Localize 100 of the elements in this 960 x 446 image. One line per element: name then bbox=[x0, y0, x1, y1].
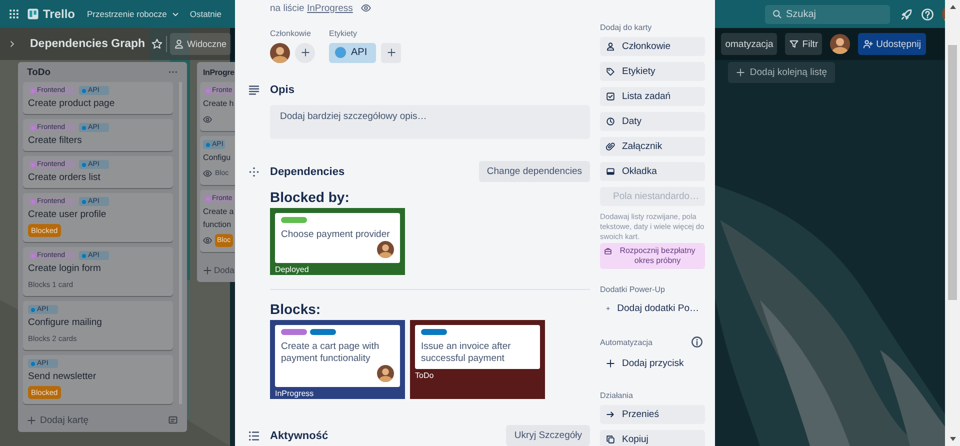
plus-icon bbox=[386, 48, 396, 58]
sidebar-button[interactable]: Dodaj dodatki Po… bbox=[600, 299, 705, 318]
logo-link[interactable]: Trello bbox=[27, 7, 76, 21]
section-title: Automatyzacja bbox=[600, 338, 652, 346]
card-title: Create a function bbox=[203, 206, 234, 231]
card-title: Create h bbox=[203, 98, 234, 110]
chevron-icon[interactable] bbox=[8, 40, 16, 48]
nav-menu[interactable]: Przestrzenie robocze bbox=[85, 4, 182, 24]
card-title: Configure mailing bbox=[28, 316, 102, 329]
info-icon[interactable] bbox=[691, 336, 703, 348]
share-button[interactable]: Udostępnij bbox=[858, 33, 926, 55]
help-icon[interactable] bbox=[921, 8, 934, 20]
card-title: Issue an invoice after successful payment bbox=[421, 341, 512, 365]
person-icon bbox=[174, 39, 184, 49]
plus-icon bbox=[736, 68, 745, 77]
card-title: Create orders list bbox=[28, 171, 100, 184]
list-link[interactable]: InProgress bbox=[306, 2, 353, 14]
sidebar-button[interactable]: Załącznik bbox=[600, 137, 705, 156]
sidebar-button[interactable]: Przenieś bbox=[600, 405, 705, 424]
visibility-button[interactable]: Widoczne bbox=[170, 33, 231, 55]
board-icon bbox=[27, 8, 39, 20]
section-title: Dodaj do karty bbox=[600, 22, 652, 32]
add-card-button[interactable]: Dodaj kartę bbox=[27, 414, 89, 426]
section-heading: Aktywność bbox=[270, 430, 330, 442]
section-title: Dodatki Power-Up bbox=[600, 284, 665, 294]
add-label-button[interactable] bbox=[381, 42, 402, 63]
plus-icon bbox=[27, 416, 36, 424]
label-chip[interactable]: API bbox=[329, 42, 376, 63]
nav-menu[interactable]: Ostatnie bbox=[188, 4, 224, 24]
tag-icon bbox=[606, 67, 615, 76]
dependency-card[interactable]: Create a cart page with payment functionality InProgress bbox=[270, 320, 405, 399]
field-label: Członkowie bbox=[270, 28, 312, 39]
scrollbar[interactable] bbox=[945, 0, 960, 446]
card-title: Configu bbox=[203, 152, 231, 164]
copy-icon bbox=[606, 435, 615, 444]
card-preview[interactable]: Issue an invoice after successful payment bbox=[415, 325, 540, 369]
section-button[interactable]: Ukryj Szczegóły bbox=[506, 425, 590, 446]
card-title: Send newsletter bbox=[28, 370, 96, 383]
sidebar-button[interactable]: Etykiety bbox=[600, 62, 705, 81]
share-icon bbox=[863, 39, 874, 49]
list-info: na liście InProgress bbox=[270, 2, 353, 14]
checklist-icon bbox=[606, 92, 615, 101]
card-title: Choose payment provider bbox=[281, 229, 391, 241]
group-heading: Blocked by: bbox=[270, 189, 350, 205]
search-field[interactable]: Szukaj bbox=[765, 4, 890, 24]
sidebar-button[interactable]: Daty bbox=[600, 112, 705, 131]
search-icon bbox=[772, 9, 782, 19]
group-heading: Blocks: bbox=[270, 301, 322, 317]
card-title: Create product page bbox=[28, 97, 115, 110]
list-name: InProgress bbox=[275, 388, 314, 399]
plus-icon bbox=[203, 266, 212, 274]
eye-icon[interactable] bbox=[360, 3, 371, 14]
card-title: Create user profile bbox=[28, 208, 106, 221]
sidebar-button[interactable]: Lista zadań bbox=[600, 87, 705, 106]
sidebar-button[interactable]: Okładka bbox=[600, 162, 705, 181]
clock-icon bbox=[606, 117, 615, 126]
description-field[interactable]: Dodaj bardziej szczegółowy opis… bbox=[270, 105, 590, 139]
activity-icon bbox=[248, 430, 260, 442]
paperclip-icon bbox=[606, 142, 615, 151]
field-label: Etykiety bbox=[329, 28, 358, 39]
section-button[interactable]: Change dependencies bbox=[478, 161, 590, 182]
add-list-button[interactable]: Dodaj kolejną listę bbox=[728, 62, 835, 83]
card-title: Create login form bbox=[28, 262, 101, 275]
dots-icon bbox=[248, 166, 260, 178]
filter-icon bbox=[789, 39, 800, 49]
automation-button[interactable]: omatyzacja bbox=[721, 33, 778, 55]
star-icon[interactable] bbox=[151, 38, 164, 50]
card-preview[interactable]: Create a cart page with payment functionality bbox=[275, 325, 400, 387]
rocket-icon[interactable] bbox=[900, 8, 913, 20]
list-name: Deployed bbox=[275, 264, 309, 275]
avatar bbox=[270, 42, 290, 63]
person-icon bbox=[606, 42, 615, 51]
plus-icon bbox=[606, 304, 610, 313]
sidebar-button[interactable]: Dodaj przycisk bbox=[600, 354, 705, 373]
list-title[interactable]: ToDo bbox=[27, 66, 51, 78]
description-icon bbox=[248, 84, 260, 96]
card-title: Create a cart page with payment functionality bbox=[281, 341, 380, 365]
section-heading: Opis bbox=[270, 84, 296, 96]
grid-icon bbox=[9, 9, 19, 19]
list-title[interactable]: InProgre bbox=[203, 68, 234, 76]
card-preview[interactable]: Choose payment provider bbox=[275, 213, 400, 263]
section-heading: Dependencies bbox=[270, 166, 346, 178]
card-title: Create filters bbox=[28, 134, 82, 147]
briefcase-icon bbox=[604, 247, 612, 255]
section-title: Działania bbox=[600, 390, 633, 400]
plus-icon bbox=[606, 359, 615, 368]
filter-button[interactable]: Filtr bbox=[785, 33, 822, 55]
plus-icon bbox=[300, 48, 310, 58]
add-card-button[interactable]: Doda bbox=[203, 265, 234, 275]
dependency-card[interactable]: Choose payment provider Deployed bbox=[270, 208, 405, 275]
add-member-button[interactable] bbox=[295, 42, 315, 63]
cover-icon bbox=[606, 167, 615, 176]
list-name: ToDo bbox=[415, 370, 434, 381]
sidebar-button[interactable]: Kopiuj bbox=[600, 430, 705, 446]
template-icon[interactable] bbox=[168, 415, 178, 425]
board-title[interactable]: Dependencies Graph bbox=[30, 38, 146, 50]
sidebar-button[interactable]: Członkowie bbox=[600, 37, 705, 56]
dependency-card[interactable]: Issue an invoice after successful payment ToDo bbox=[410, 320, 545, 399]
trial-button[interactable]: Rozpocznij bezpłatny okres próbny bbox=[600, 243, 705, 269]
apps-button[interactable] bbox=[7, 7, 21, 21]
